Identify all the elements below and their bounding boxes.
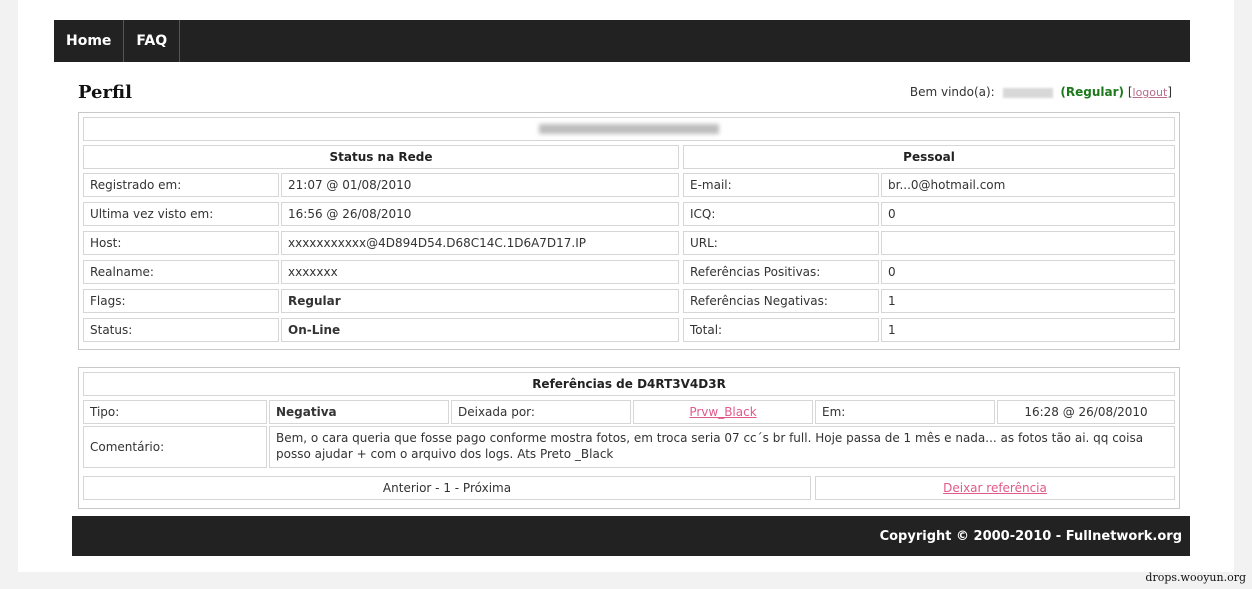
personal-label: ICQ: <box>683 202 879 226</box>
top-navbar: Home FAQ <box>54 20 1190 62</box>
profile-label: Registrado em: <box>83 173 279 197</box>
personal-heading: Pessoal <box>683 145 1175 169</box>
personal-value: 1 <box>881 289 1175 313</box>
left-by-label: Deixada por: <box>451 400 631 424</box>
em-value: 16:28 @ 26/08/2010 <box>997 400 1175 424</box>
title-row: Perfil Bem vindo(a): (Regular) [logout] <box>78 80 1172 104</box>
watermark: drops.wooyun.org <box>1145 571 1246 584</box>
leave-reference-link[interactable]: Deixar referência <box>943 481 1047 495</box>
page-title: Perfil <box>78 81 132 103</box>
status-heading: Status na Rede <box>83 145 679 169</box>
welcome-prefix: Bem vindo(a): <box>909 85 995 99</box>
personal-value: br...0@hotmail.com <box>881 173 1175 197</box>
profile-value: On-Line <box>281 318 679 342</box>
personal-label: Referências Negativas: <box>683 289 879 313</box>
profile-panel: Status na Rede Pessoal Registrado em: 21:… <box>78 112 1180 350</box>
personal-label: Total: <box>683 318 879 342</box>
personal-label: URL: <box>683 231 879 255</box>
em-label: Em: <box>815 400 995 424</box>
personal-value <box>881 231 1175 255</box>
leave-reference-cell: Deixar referência <box>815 476 1175 500</box>
profile-value: Regular <box>281 289 679 313</box>
left-by-cell: Prvw_Black <box>633 400 813 424</box>
blurred-username <box>1002 87 1053 98</box>
profile-label: Host: <box>83 231 279 255</box>
profile-value: 16:56 @ 26/08/2010 <box>281 202 679 226</box>
logout-link[interactable]: logout <box>1133 86 1168 99</box>
tipo-value: Negativa <box>269 400 449 424</box>
profile-label: Ultima vez visto em: <box>83 202 279 226</box>
profile-label: Flags: <box>83 289 279 313</box>
profile-value: 21:07 @ 01/08/2010 <box>281 173 679 197</box>
references-heading: Referências de D4RT3V4D3R <box>83 372 1175 396</box>
footer: Copyright © 2000-2010 - Fullnetwork.org <box>72 516 1190 556</box>
profile-label: Status: <box>83 318 279 342</box>
pagination[interactable]: Anterior - 1 - Próxima <box>83 476 811 500</box>
personal-label: E-mail: <box>683 173 879 197</box>
references-panel: Referências de D4RT3V4D3R Tipo: Negativa… <box>78 367 1180 509</box>
profile-banner <box>83 117 1175 141</box>
nav-faq[interactable]: FAQ <box>124 20 181 62</box>
profile-label: Realname: <box>83 260 279 284</box>
personal-value: 0 <box>881 260 1175 284</box>
bracket-close: ] <box>1167 85 1172 99</box>
blurred-banner <box>539 124 719 134</box>
tipo-label: Tipo: <box>83 400 267 424</box>
profile-value: xxxxxxxxxxx@4D894D54.D68C14C.1D6A7D17.IP <box>281 231 679 255</box>
comment-label: Comentário: <box>83 426 267 468</box>
comment-text: Bem, o cara queria que fosse pago confor… <box>269 426 1175 468</box>
welcome-bar: Bem vindo(a): (Regular) [logout] <box>910 85 1172 99</box>
copyright-text: Copyright © 2000-2010 - Fullnetwork.org <box>879 528 1182 544</box>
user-level: (Regular) <box>1060 85 1124 99</box>
personal-value: 0 <box>881 202 1175 226</box>
personal-label: Referências Positivas: <box>683 260 879 284</box>
left-by-link[interactable]: Prvw_Black <box>689 405 756 419</box>
nav-home[interactable]: Home <box>54 20 125 62</box>
profile-value: xxxxxxx <box>281 260 679 284</box>
personal-value: 1 <box>881 318 1175 342</box>
